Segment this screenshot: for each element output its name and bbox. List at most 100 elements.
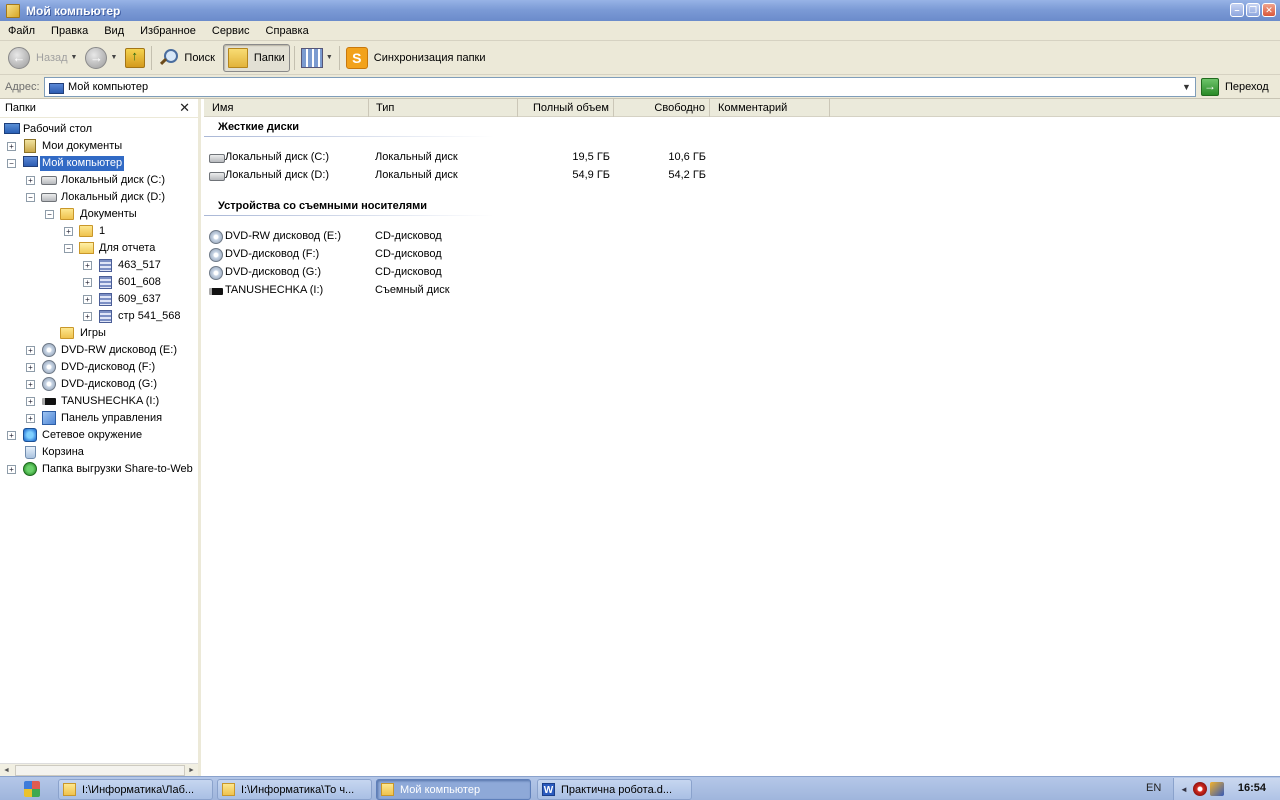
expand-icon[interactable]: +: [26, 397, 35, 406]
tray-expand-icon[interactable]: ◄: [1178, 785, 1190, 794]
tree-item-drive-d[interactable]: − Локальный диск (D:): [0, 189, 198, 206]
tree-item-share-to-web[interactable]: + Папка выгрузки Share-to-Web: [0, 461, 198, 478]
expand-icon[interactable]: +: [26, 363, 35, 372]
title-bar[interactable]: Мой компьютер – ❐ ✕: [0, 0, 1280, 21]
tree-item-desktop[interactable]: Рабочий стол: [0, 121, 198, 138]
back-button[interactable]: ← Назад ▼: [4, 44, 81, 72]
restore-button[interactable]: ❐: [1246, 3, 1260, 17]
expand-icon[interactable]: +: [83, 295, 92, 304]
column-name[interactable]: Имя: [208, 99, 369, 117]
column-comment[interactable]: Комментарий: [714, 99, 830, 117]
window-title: Мой компьютер: [26, 3, 121, 18]
tree-item-label: Панель управления: [61, 412, 163, 424]
forward-dropdown-icon[interactable]: ▼: [110, 54, 117, 61]
folders-button[interactable]: Папки: [222, 43, 290, 72]
tree-item-drive-c[interactable]: + Локальный диск (C:): [0, 172, 198, 189]
tray-app-icon[interactable]: [1210, 782, 1224, 796]
search-button[interactable]: Поиск: [154, 44, 218, 72]
collapse-icon[interactable]: −: [64, 244, 73, 253]
tree-item-games[interactable]: Игры: [0, 325, 198, 342]
tree-item-label: 463_517: [118, 259, 161, 271]
tree-item-541-568[interactable]: + стр 541_568: [0, 308, 198, 325]
expand-icon[interactable]: +: [64, 227, 73, 236]
document-stack-icon: [99, 310, 112, 323]
tree-item-drive-e[interactable]: + DVD-RW дисковод (E:): [0, 342, 198, 359]
taskbar-button-explorer-lab[interactable]: I:\Информатика\Лаб...: [58, 779, 213, 800]
language-indicator[interactable]: EN: [1146, 782, 1161, 794]
address-input[interactable]: Мой компьютер ▼: [44, 77, 1196, 97]
views-dropdown-icon[interactable]: ▼: [326, 54, 333, 61]
go-button[interactable]: → Переход: [1201, 78, 1269, 96]
tree-item-documents[interactable]: − Документы: [0, 206, 198, 223]
menu-tools[interactable]: Сервис: [204, 21, 258, 41]
list-item[interactable]: TANUSHECHKA (I:) Съемный диск: [204, 283, 724, 299]
folder-up-icon: [125, 47, 146, 68]
tree-item-drive-f[interactable]: + DVD-дисковод (F:): [0, 359, 198, 376]
column-total-size[interactable]: Полный объем: [518, 99, 614, 117]
antivirus-icon[interactable]: [1193, 782, 1207, 796]
expand-icon[interactable]: +: [83, 278, 92, 287]
tree-item-control-panel[interactable]: + Панель управления: [0, 410, 198, 427]
collapse-icon[interactable]: −: [26, 193, 35, 202]
close-button[interactable]: ✕: [1262, 3, 1276, 17]
tree-item-for-report[interactable]: − Для отчета: [0, 240, 198, 257]
menu-help[interactable]: Справка: [258, 21, 317, 41]
tree-item-folder-1[interactable]: + 1: [0, 223, 198, 240]
up-button[interactable]: [121, 44, 149, 72]
sync-folder-button[interactable]: S Синхронизация папки: [342, 44, 490, 72]
list-item[interactable]: Локальный диск (C:) Локальный диск 19,5 …: [204, 150, 724, 166]
expand-icon[interactable]: +: [7, 431, 16, 440]
views-button[interactable]: ▼: [297, 44, 337, 72]
column-free-space[interactable]: Свободно: [614, 99, 710, 117]
list-item[interactable]: DVD-дисковод (F:) CD-дисковод: [204, 247, 724, 263]
close-pane-icon[interactable]: ✕: [179, 100, 190, 116]
my-computer-window-icon[interactable]: [6, 3, 20, 18]
menu-view[interactable]: Вид: [96, 21, 132, 41]
minimize-button[interactable]: –: [1230, 3, 1244, 17]
tree-item-network[interactable]: + Сетевое окружение: [0, 427, 198, 444]
expand-icon[interactable]: +: [26, 176, 35, 185]
forward-button[interactable]: → ▼: [81, 44, 121, 72]
taskbar-button-word[interactable]: W Практична робота.d...: [537, 779, 692, 800]
expand-icon[interactable]: +: [7, 142, 16, 151]
horizontal-scrollbar[interactable]: ◄ ►: [0, 763, 198, 776]
tree-item-drive-i[interactable]: + TANUSHECHKA (I:): [0, 393, 198, 410]
expand-icon[interactable]: +: [83, 312, 92, 321]
tree-item-my-computer[interactable]: − Мой компьютер: [0, 155, 198, 172]
expand-icon[interactable]: +: [26, 346, 35, 355]
sync-label: Синхронизация папки: [373, 51, 486, 64]
tree-item-drive-g[interactable]: + DVD-дисковод (G:): [0, 376, 198, 393]
tree-item-463-517[interactable]: + 463_517: [0, 257, 198, 274]
hard-drive-icon: [209, 172, 225, 181]
menu-file[interactable]: Файл: [0, 21, 43, 41]
list-item[interactable]: Локальный диск (D:) Локальный диск 54,9 …: [204, 168, 724, 184]
taskbar-button-my-computer[interactable]: Мой компьютер: [376, 779, 531, 800]
item-type: Локальный диск: [375, 151, 458, 163]
expand-icon[interactable]: +: [7, 465, 16, 474]
expand-icon[interactable]: +: [83, 261, 92, 270]
scroll-thumb[interactable]: [15, 765, 185, 776]
menu-favorites[interactable]: Избранное: [132, 21, 204, 41]
taskbar-button-explorer-to[interactable]: I:\Информатика\То ч...: [217, 779, 372, 800]
back-dropdown-icon[interactable]: ▼: [71, 54, 78, 61]
tree-item-609-637[interactable]: + 609_637: [0, 291, 198, 308]
collapse-icon[interactable]: −: [7, 159, 16, 168]
network-icon: [23, 428, 37, 442]
column-type[interactable]: Тип: [372, 99, 518, 117]
expand-icon[interactable]: +: [26, 380, 35, 389]
menu-edit[interactable]: Правка: [43, 21, 96, 41]
list-item[interactable]: DVD-RW дисковод (E:) CD-дисковод: [204, 229, 724, 245]
expand-icon[interactable]: +: [26, 414, 35, 423]
tree-item-601-608[interactable]: + 601_608: [0, 274, 198, 291]
start-button[interactable]: [0, 777, 54, 800]
column-headers: Имя Тип Полный объем Свободно Комментари…: [204, 99, 1280, 117]
tree-item-label: Папка выгрузки Share-to-Web: [42, 463, 193, 475]
share-to-web-icon: [23, 462, 37, 476]
tree-item-recycle-bin[interactable]: Корзина: [0, 444, 198, 461]
tree-item-my-documents[interactable]: + Мои документы: [0, 138, 198, 155]
list-item[interactable]: DVD-дисковод (G:) CD-дисковод: [204, 265, 724, 281]
item-type: CD-дисковод: [375, 248, 442, 260]
address-dropdown-icon[interactable]: ▼: [1178, 78, 1195, 96]
item-free-space: 10,6 ГБ: [668, 151, 706, 163]
collapse-icon[interactable]: −: [45, 210, 54, 219]
